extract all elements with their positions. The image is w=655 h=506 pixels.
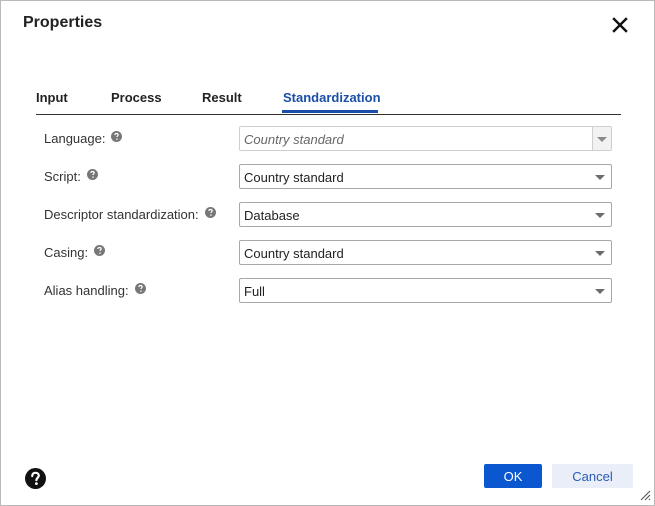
help-icon[interactable] <box>111 131 123 142</box>
tab-input[interactable]: Input <box>36 90 68 105</box>
tab-process[interactable]: Process <box>111 90 162 105</box>
properties-dialog: Properties Input Process Result Standard… <box>0 0 655 506</box>
resize-grip-icon <box>640 490 651 501</box>
tab-result[interactable]: Result <box>202 90 242 105</box>
help-circle-icon <box>25 468 46 489</box>
casing-label: Casing: <box>44 245 106 260</box>
active-tab-indicator <box>282 110 378 113</box>
casing-label-text: Casing: <box>44 245 89 260</box>
dialog-title: Properties <box>23 14 103 31</box>
chevron-down-icon <box>595 213 605 218</box>
chevron-down-icon <box>595 289 605 294</box>
language-select-value: Country standard <box>244 132 344 147</box>
close-icon <box>612 17 628 33</box>
script-label-text: Script: <box>44 169 81 184</box>
alias-handling-label-text: Alias handling: <box>44 283 129 298</box>
script-select-value: Country standard <box>244 170 344 185</box>
cancel-button[interactable]: Cancel <box>552 464 633 488</box>
alias-handling-select[interactable]: Full <box>239 278 612 303</box>
descriptor-standardization-label-text: Descriptor standardization: <box>44 207 199 222</box>
help-button[interactable] <box>25 468 46 489</box>
alias-handling-label: Alias handling: <box>44 283 146 298</box>
tab-standardization[interactable]: Standardization <box>283 90 381 105</box>
chevron-down-icon <box>595 175 605 180</box>
language-label: Language: <box>44 131 123 146</box>
chevron-down-icon <box>595 251 605 256</box>
script-label: Script: <box>44 169 98 184</box>
casing-select-value: Country standard <box>244 246 344 261</box>
script-select[interactable]: Country standard <box>239 164 612 189</box>
descriptor-standardization-select-value: Database <box>244 208 300 223</box>
language-select: Country standard <box>239 126 612 151</box>
help-icon[interactable] <box>86 169 98 180</box>
close-button[interactable] <box>609 14 631 36</box>
help-icon[interactable] <box>204 207 216 218</box>
language-label-text: Language: <box>44 131 106 146</box>
casing-select[interactable]: Country standard <box>239 240 612 265</box>
resize-grip[interactable] <box>638 488 651 501</box>
help-icon[interactable] <box>134 283 146 294</box>
alias-handling-select-value: Full <box>244 284 265 299</box>
ok-button[interactable]: OK <box>484 464 542 488</box>
descriptor-standardization-select[interactable]: Database <box>239 202 612 227</box>
descriptor-standardization-label: Descriptor standardization: <box>44 207 216 222</box>
tab-bar: Input Process Result Standardization <box>36 87 621 115</box>
chevron-down-icon <box>597 137 607 142</box>
help-icon[interactable] <box>94 245 106 256</box>
